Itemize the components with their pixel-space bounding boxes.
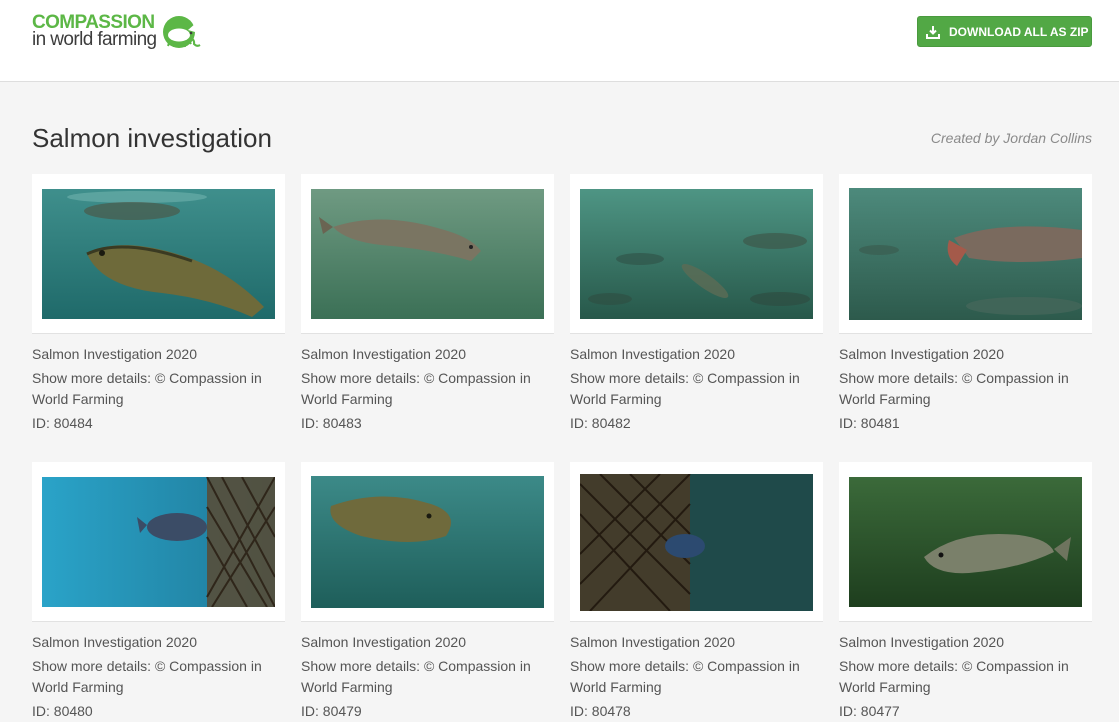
download-icon [926,25,940,39]
thumbnail-frame[interactable] [301,174,554,334]
media-title: Salmon Investigation 2020 [839,634,1004,650]
compassion-logo[interactable]: COMPASSION in world farming [32,13,202,55]
thumbnail-frame[interactable] [570,462,823,622]
media-title: Salmon Investigation 2020 [301,634,466,650]
media-id: ID: 80483 [301,415,362,431]
top-bar: COMPASSION in world farming DOWNLOAD ALL… [0,0,1119,82]
thumbnail-frame[interactable] [32,174,285,334]
media-details[interactable]: Show more details: © Compassion in World… [570,656,823,698]
media-details[interactable]: Show more details: © Compassion in World… [839,656,1092,698]
salmon-photo-thumbnail[interactable] [849,188,1082,320]
created-by-text: Created by Jordan Collins [930,130,1092,146]
media-id: ID: 80477 [839,703,900,719]
salmon-photo-thumbnail[interactable] [849,477,1082,607]
thumbnail-frame[interactable] [839,174,1092,334]
salmon-photo-thumbnail[interactable] [311,189,544,319]
media-id: ID: 80482 [570,415,631,431]
media-title: Salmon Investigation 2020 [32,634,197,650]
media-title: Salmon Investigation 2020 [839,346,1004,362]
download-all-zip-button[interactable]: DOWNLOAD ALL AS ZIP [917,16,1092,47]
media-id: ID: 80478 [570,703,631,719]
media-id: ID: 80484 [32,415,93,431]
media-id: ID: 80481 [839,415,900,431]
media-details[interactable]: Show more details: © Compassion in World… [32,368,285,410]
salmon-photo-thumbnail[interactable] [42,189,275,319]
pig-logo-icon [163,16,201,48]
download-all-zip-label: DOWNLOAD ALL AS ZIP [949,24,1089,39]
media-title: Salmon Investigation 2020 [570,346,735,362]
salmon-photo-thumbnail[interactable] [580,474,813,611]
media-id: ID: 80480 [32,703,93,719]
salmon-photo-thumbnail[interactable] [42,477,275,607]
salmon-photo-thumbnail[interactable] [580,189,813,319]
media-details[interactable]: Show more details: © Compassion in World… [301,368,554,410]
thumbnail-frame[interactable] [839,462,1092,622]
media-id: ID: 80479 [301,703,362,719]
thumbnail-frame[interactable] [301,462,554,622]
media-details[interactable]: Show more details: © Compassion in World… [570,368,823,410]
thumbnail-frame[interactable] [570,174,823,334]
media-title: Salmon Investigation 2020 [570,634,735,650]
page-title: Salmon investigation [32,123,272,153]
media-details[interactable]: Show more details: © Compassion in World… [32,656,285,698]
media-details[interactable]: Show more details: © Compassion in World… [839,368,1092,410]
media-title: Salmon Investigation 2020 [301,346,466,362]
logo-wordmark-line2: in world farming [32,29,157,50]
thumbnail-frame[interactable] [32,462,285,622]
media-title: Salmon Investigation 2020 [32,346,197,362]
salmon-photo-thumbnail[interactable] [311,476,544,608]
media-details[interactable]: Show more details: © Compassion in World… [301,656,554,698]
